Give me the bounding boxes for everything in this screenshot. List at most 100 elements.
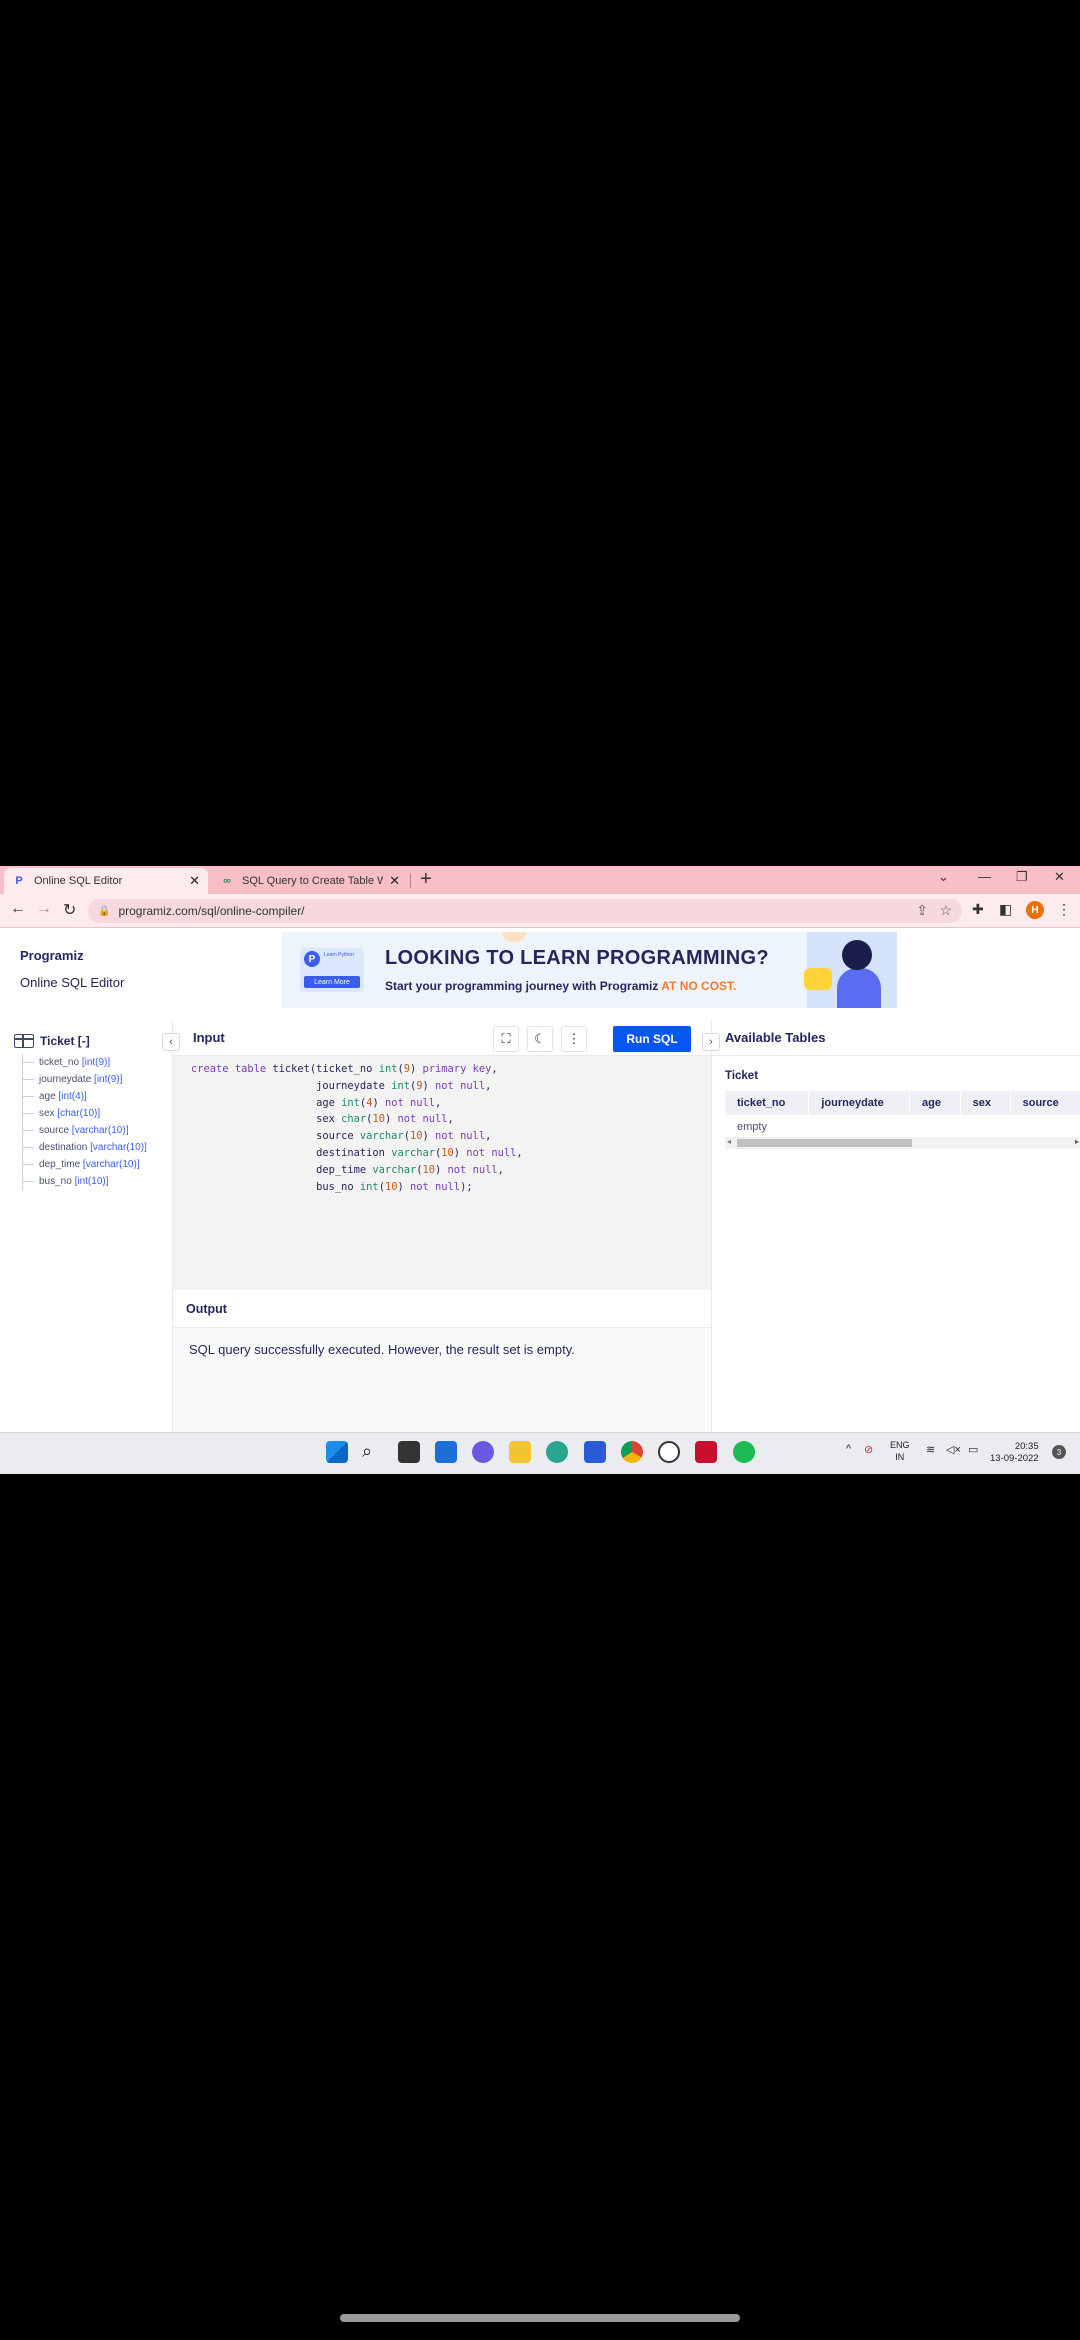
column-header: ticket_no [725, 1091, 810, 1115]
code-line: age int(4) not null, [191, 1096, 442, 1109]
output-header: Output [173, 1290, 712, 1328]
column-name: source [39, 1125, 70, 1136]
schema-column: age [int(4)] [23, 1088, 147, 1105]
share-icon[interactable]: ⇪ [916, 902, 928, 919]
learn-more-button[interactable]: Learn More [304, 976, 360, 988]
battery-icon[interactable]: ▭ [968, 1443, 978, 1456]
back-icon[interactable]: ← [10, 900, 26, 918]
start-icon[interactable] [326, 1441, 348, 1463]
fullscreen-icon[interactable]: ⛶ [493, 1026, 519, 1052]
menu-kebab-icon[interactable]: ⋮ [1057, 901, 1071, 918]
forward-icon[interactable]: → [36, 900, 52, 918]
banner-subline-text: Start your programming journey with Prog… [385, 979, 659, 993]
scroll-right-arrow-icon[interactable]: ▸ [1075, 1137, 1079, 1146]
scroll-left-arrow-icon[interactable]: ◂ [727, 1137, 731, 1146]
new-tab-icon[interactable]: + [420, 868, 432, 891]
available-tables-header: Available Tables [712, 1020, 1080, 1056]
network-alert-icon[interactable]: ⊘ [864, 1443, 873, 1456]
collapse-sidebar-button[interactable]: ‹ [162, 1033, 180, 1051]
ad-banner[interactable]: P Learn Python Learn More LOOKING TO LEA… [282, 932, 897, 1008]
chat-icon[interactable] [472, 1441, 494, 1463]
clock[interactable]: 20:35 13-09-2022 [990, 1441, 1039, 1465]
schema-column: journeydate [int(9)] [23, 1071, 147, 1088]
banner-subline: Start your programming journey with Prog… [385, 979, 736, 993]
minimize-icon[interactable]: — [978, 869, 991, 884]
side-panel-icon[interactable]: ◧ [999, 901, 1012, 918]
region-code: IN [895, 1452, 905, 1462]
schema-table-header[interactable]: Ticket [-] [14, 1034, 90, 1048]
lock-icon: 🔒 [98, 905, 111, 917]
file-explorer-icon[interactable] [509, 1441, 531, 1463]
result-table-title: Ticket [725, 1070, 759, 1082]
mcafee-icon[interactable] [695, 1441, 717, 1463]
column-name: destination [39, 1142, 88, 1153]
column-header: journeydate [808, 1091, 910, 1115]
schema-sidebar: Ticket [-] ticket_no [int(9)] journeydat… [0, 1020, 172, 1474]
tab-sql-create-table[interactable]: ∞ SQL Query to Create Table With a ✕ [212, 868, 408, 894]
spotify-icon[interactable] [733, 1441, 755, 1463]
banner-headline: LOOKING TO LEARN PROGRAMMING? [385, 947, 769, 969]
profile-avatar[interactable]: H [1026, 901, 1044, 919]
banner-highlight: AT NO COST. [661, 979, 737, 993]
dark-mode-icon[interactable]: ☾ [527, 1026, 553, 1052]
toggle-tables-button[interactable]: › [702, 1033, 720, 1051]
url-field[interactable]: 🔒 programiz.com/sql/online-compiler/ ⇪ ☆ [88, 899, 962, 923]
gfg-favicon-icon: ∞ [223, 875, 231, 887]
windows-taskbar: ⌕ ^ ⊘ ENG IN ≋ ◁× ▭ 20:35 13-09-2022 3 [0, 1432, 1080, 1474]
url-text: programiz.com/sql/online-compiler/ [118, 904, 305, 918]
schema-column: ticket_no [int(9)] [23, 1054, 147, 1071]
empty-cell: empty [725, 1115, 1080, 1140]
programiz-logo[interactable]: Programiz [20, 948, 84, 963]
edge-icon[interactable] [546, 1441, 568, 1463]
widgets-icon[interactable] [435, 1441, 457, 1463]
dell-icon[interactable] [658, 1441, 680, 1463]
store-icon[interactable] [584, 1441, 606, 1463]
close-window-icon[interactable]: ✕ [1054, 869, 1065, 885]
extensions-icon[interactable]: ✚ [972, 901, 984, 918]
tab-online-sql-editor[interactable]: P Online SQL Editor ✕ [4, 868, 208, 894]
home-indicator[interactable] [340, 2314, 740, 2322]
language-code: ENG [890, 1440, 910, 1450]
tray-chevron-icon[interactable]: ^ [846, 1443, 851, 1455]
column-type: [varchar(10)] [90, 1142, 147, 1153]
language-indicator[interactable]: ENG IN [890, 1439, 910, 1463]
more-options-icon[interactable]: ⋮ [561, 1026, 587, 1052]
scrollbar-thumb[interactable] [737, 1139, 912, 1147]
horizontal-scrollbar[interactable]: ◂ ▸ [725, 1137, 1080, 1149]
column-type: [int(9)] [94, 1074, 123, 1085]
column-name: dep_time [39, 1159, 81, 1170]
code-line: sex char(10) not null, [191, 1113, 454, 1126]
learn-python-badge: P Learn Python Learn More [300, 948, 364, 992]
wifi-icon[interactable]: ≋ [926, 1443, 935, 1456]
available-tables-label: Available Tables [725, 1030, 826, 1045]
editor-pane: Input ⛶ ☾ ⋮ Run SQL create table ticket(… [172, 1020, 712, 1474]
column-header: sex [960, 1091, 1011, 1115]
column-header: source [1010, 1091, 1080, 1115]
close-tab-icon[interactable]: ✕ [189, 873, 200, 889]
task-view-icon[interactable] [398, 1441, 420, 1463]
column-type: [varchar(10)] [71, 1125, 129, 1136]
volume-muted-icon[interactable]: ◁× [946, 1443, 961, 1456]
decorative-shape [502, 932, 526, 942]
close-tab-icon[interactable]: ✕ [389, 873, 400, 889]
schema-column: bus_no [int(10)] [23, 1173, 147, 1190]
reload-icon[interactable]: ↻ [63, 900, 76, 920]
tab-search-icon[interactable]: ⌄ [938, 869, 949, 885]
logo-text: Programiz [20, 948, 84, 963]
code-editor[interactable]: create table ticket(ticket_no int(9) pri… [173, 1056, 712, 1290]
column-name: age [39, 1091, 56, 1102]
code-line: journeydate int(9) not null, [191, 1079, 492, 1092]
column-type: [int(9)] [81, 1057, 111, 1068]
bookmark-star-icon[interactable]: ☆ [939, 902, 952, 919]
column-type: [char(10)] [57, 1108, 101, 1119]
restore-icon[interactable]: ❐ [1016, 869, 1028, 885]
table-header-row: ticket_no journeydate age sex source [725, 1091, 1080, 1115]
address-bar-row: ← → ↻ 🔒 programiz.com/sql/online-compile… [0, 894, 1080, 928]
badge-title: Learn Python [324, 952, 354, 958]
search-icon[interactable]: ⌕ [362, 1441, 384, 1463]
chrome-icon[interactable] [621, 1441, 643, 1463]
notification-badge[interactable]: 3 [1052, 1445, 1066, 1459]
run-sql-button[interactable]: Run SQL [613, 1026, 691, 1052]
input-label: Input [193, 1030, 225, 1045]
schema-column: destination [varchar(10)] [23, 1139, 147, 1156]
